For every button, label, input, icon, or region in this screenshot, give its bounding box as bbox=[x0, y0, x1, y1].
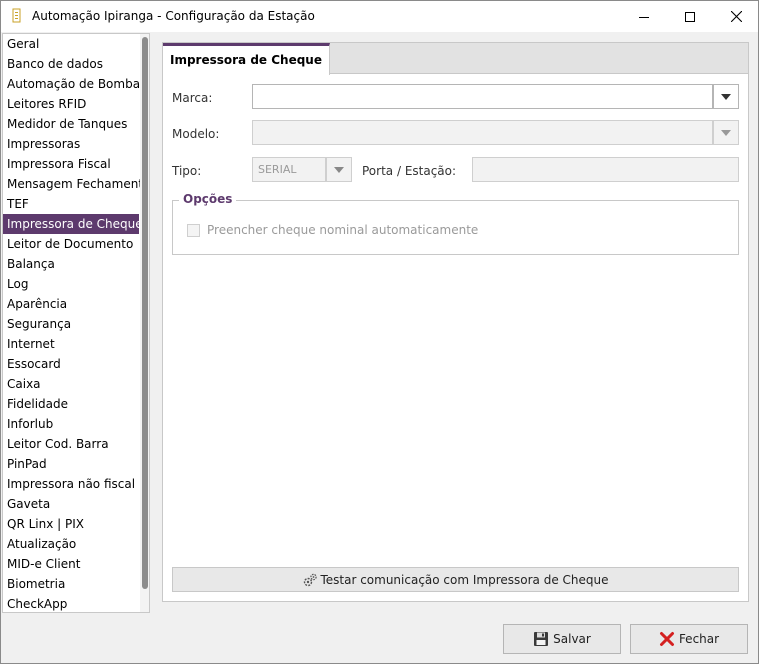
sidebar-item[interactable]: Impressoras bbox=[3, 134, 139, 154]
options-group: Opções Preencher cheque nominal automati… bbox=[172, 192, 739, 255]
config-window: Automação Ipiranga - Configuração da Est… bbox=[0, 0, 759, 664]
sidebar-scrollbar[interactable] bbox=[140, 34, 149, 612]
test-communication-button[interactable]: Testar comunicação com Impressora de Che… bbox=[172, 567, 739, 592]
sidebar-item[interactable]: CheckApp bbox=[3, 594, 139, 612]
chevron-down-icon bbox=[721, 93, 731, 100]
close-button[interactable]: Fechar bbox=[630, 624, 748, 654]
red-x-icon bbox=[659, 632, 674, 646]
marca-label: Marca: bbox=[172, 91, 213, 105]
tab-strip: Impressora de Cheque bbox=[163, 43, 748, 75]
sidebar-item[interactable]: Automação de Bombas bbox=[3, 74, 146, 94]
sidebar-item[interactable]: Impressora de Cheque bbox=[3, 214, 143, 234]
sidebar: Geral Banco de dados Automação de Bombas Le… bbox=[2, 33, 150, 613]
maximize-button[interactable] bbox=[667, 1, 713, 32]
app-icon bbox=[12, 8, 21, 23]
sidebar-item[interactable]: Leitor Cod. Barra bbox=[3, 434, 139, 454]
settings-panel: Impressora de Cheque Marca: Modelo: Tipo… bbox=[162, 42, 749, 602]
sidebar-item[interactable]: Banco de dados bbox=[3, 54, 139, 74]
sidebar-item[interactable]: Log bbox=[3, 274, 139, 294]
close-icon bbox=[730, 11, 742, 22]
gears-icon bbox=[304, 573, 318, 586]
sidebar-item[interactable]: Impressora Fiscal bbox=[3, 154, 139, 174]
nominal-checkbox-label: Preencher cheque nominal automaticamente bbox=[207, 223, 479, 237]
options-title: Opções bbox=[179, 192, 237, 206]
tipo-label: Tipo: bbox=[172, 164, 202, 178]
minimize-button[interactable] bbox=[621, 1, 667, 32]
scroll-thumb[interactable] bbox=[142, 37, 148, 589]
sidebar-item[interactable]: Internet bbox=[3, 334, 139, 354]
tipo-dropdown-button[interactable] bbox=[326, 157, 352, 182]
marca-combo[interactable] bbox=[252, 84, 713, 109]
sidebar-item[interactable]: Segurança bbox=[3, 314, 139, 334]
sidebar-item[interactable]: Geral bbox=[3, 34, 139, 54]
chevron-down-icon bbox=[334, 166, 344, 173]
close-button-label: Fechar bbox=[678, 632, 720, 646]
window-title: Automação Ipiranga - Configuração da Est… bbox=[32, 9, 315, 23]
save-button[interactable]: Salvar bbox=[503, 624, 621, 654]
sidebar-item[interactable]: Mensagem Fechamento bbox=[3, 174, 149, 194]
sidebar-item[interactable]: Essocard bbox=[3, 354, 139, 374]
tab-impressora-cheque[interactable]: Impressora de Cheque bbox=[163, 43, 330, 75]
sidebar-item[interactable]: QR Linx | PIX bbox=[3, 514, 139, 534]
sidebar-item[interactable]: Impressora não fiscal bbox=[3, 474, 139, 494]
porta-label: Porta / Estação: bbox=[362, 164, 457, 178]
sidebar-item[interactable]: PinPad bbox=[3, 454, 139, 474]
title-bar: Automação Ipiranga - Configuração da Est… bbox=[1, 1, 758, 32]
minimize-icon bbox=[639, 16, 649, 18]
sidebar-item[interactable]: MID-e Client bbox=[3, 554, 139, 574]
modelo-label: Modelo: bbox=[172, 127, 220, 141]
floppy-disk-icon bbox=[534, 632, 549, 646]
sidebar-item[interactable]: Biometria bbox=[3, 574, 139, 594]
sidebar-item[interactable]: Inforlub bbox=[3, 414, 139, 434]
test-button-label: Testar comunicação com Impressora de Che… bbox=[320, 572, 609, 587]
sidebar-item[interactable]: Aparência bbox=[3, 294, 139, 314]
save-button-label: Salvar bbox=[553, 632, 591, 646]
sidebar-item[interactable]: Gaveta bbox=[3, 494, 139, 514]
sidebar-item[interactable]: Balança bbox=[3, 254, 139, 274]
sidebar-item[interactable]: Caixa bbox=[3, 374, 139, 394]
nominal-checkbox[interactable] bbox=[187, 224, 200, 237]
sidebar-item[interactable]: Leitores RFID bbox=[3, 94, 139, 114]
sidebar-item[interactable]: Medidor de Tanques bbox=[3, 114, 139, 134]
tipo-combo[interactable]: SERIAL bbox=[252, 157, 326, 182]
sidebar-list: Geral Banco de dados Automação de Bombas Le… bbox=[3, 34, 149, 612]
sidebar-item[interactable]: Fidelidade bbox=[3, 394, 139, 414]
chevron-down-icon bbox=[721, 129, 731, 136]
modelo-combo[interactable] bbox=[252, 120, 713, 145]
porta-input[interactable] bbox=[472, 157, 739, 182]
tipo-value: SERIAL bbox=[258, 163, 297, 176]
modelo-dropdown-button[interactable] bbox=[713, 120, 739, 145]
sidebar-item[interactable]: TEF bbox=[3, 194, 139, 214]
close-window-button[interactable] bbox=[713, 1, 759, 32]
marca-dropdown-button[interactable] bbox=[713, 84, 739, 109]
sidebar-item[interactable]: Leitor de Documento bbox=[3, 234, 139, 254]
maximize-icon bbox=[685, 11, 695, 22]
sidebar-item[interactable]: Atualização bbox=[3, 534, 139, 554]
